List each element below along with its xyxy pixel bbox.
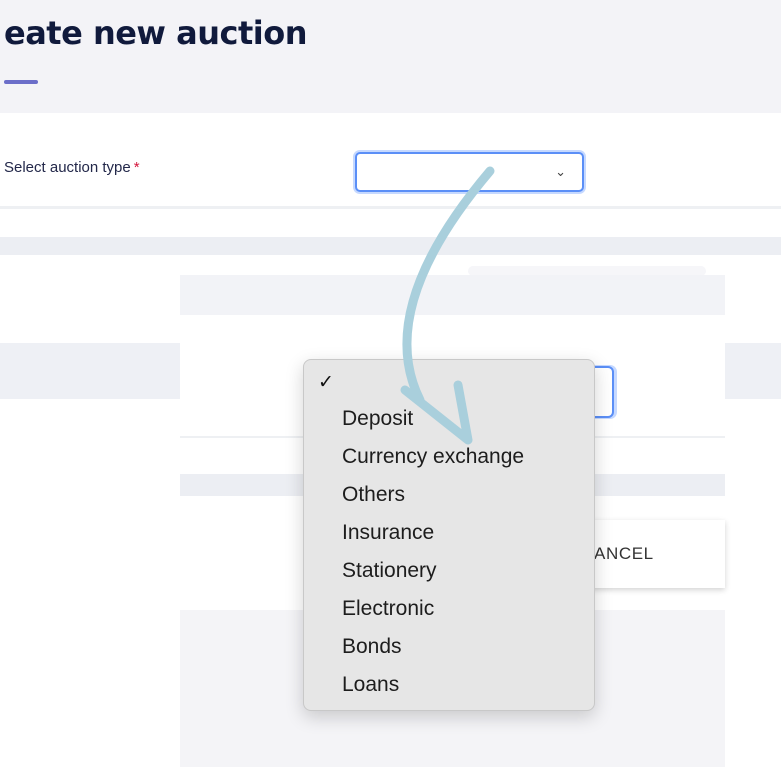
title-underline <box>4 80 38 84</box>
required-marker: * <box>133 159 140 176</box>
page-title: eate new auction <box>4 14 308 52</box>
section-band <box>0 209 781 237</box>
dialog-header-band <box>180 275 725 315</box>
dropdown-option-electronic[interactable]: Electronic <box>342 597 434 621</box>
dropdown-option-loans[interactable]: Loans <box>342 673 399 697</box>
dropdown-menu[interactable]: ✓ Deposit Currency exchange Others Insur… <box>303 359 595 711</box>
dropdown-option-insurance[interactable]: Insurance <box>342 521 434 545</box>
dropdown-option-bonds[interactable]: Bonds <box>342 635 402 659</box>
check-icon: ✓ <box>318 372 334 393</box>
auction-type-select[interactable]: ⌄ <box>355 152 584 192</box>
auction-type-label-text: Select auction type <box>4 159 131 176</box>
cancel-button-label: ANCEL <box>594 544 654 563</box>
dropdown-option-stationery[interactable]: Stationery <box>342 559 437 583</box>
section-band <box>0 237 781 255</box>
dropdown-option-currency-exchange[interactable]: Currency exchange <box>342 445 524 469</box>
auction-type-label: Select auction type * <box>4 159 140 176</box>
dropdown-option-deposit[interactable]: Deposit <box>342 407 413 431</box>
chevron-down-icon: ⌄ <box>555 164 566 179</box>
dropdown-option-others[interactable]: Others <box>342 483 405 507</box>
